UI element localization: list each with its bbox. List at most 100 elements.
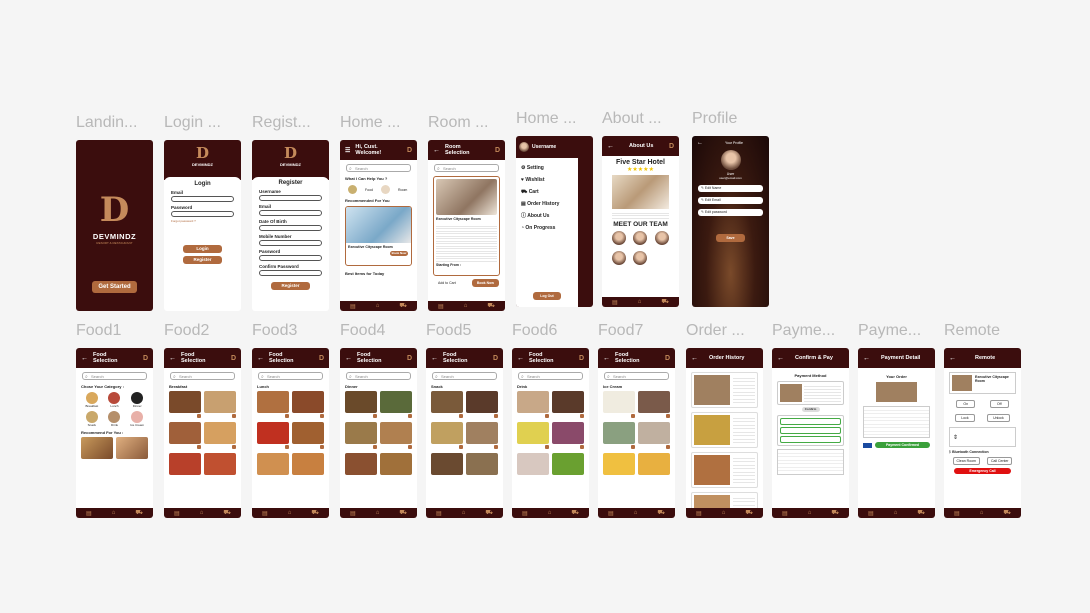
food-item-image[interactable] bbox=[603, 391, 635, 413]
food-item-image[interactable] bbox=[431, 422, 463, 444]
bluetooth-connection[interactable]: ᛒ Bluetooth Connection bbox=[949, 450, 1016, 454]
room-category-icon[interactable] bbox=[380, 185, 390, 194]
light-on-button[interactable]: On bbox=[956, 400, 976, 408]
home-icon[interactable]: ⌂ bbox=[376, 510, 380, 516]
category-drink[interactable]: Drink bbox=[105, 411, 125, 427]
search-input[interactable]: Search bbox=[82, 372, 147, 381]
list-icon[interactable]: ▤ bbox=[696, 510, 702, 517]
cart-icon[interactable]: ⛟ bbox=[485, 509, 493, 517]
search-input[interactable]: Search bbox=[604, 372, 669, 381]
cart-icon[interactable]: ⛟ bbox=[661, 298, 669, 306]
home-icon[interactable]: ⌂ bbox=[462, 510, 466, 516]
food-item-image[interactable] bbox=[638, 391, 670, 413]
edit-email-field[interactable]: ✎ Edit Email bbox=[698, 197, 763, 204]
add-to-cart-icon[interactable] bbox=[197, 445, 201, 449]
food-item-image[interactable] bbox=[552, 422, 584, 444]
search-input[interactable]: Search bbox=[346, 164, 411, 173]
confirm-button[interactable]: Confirm bbox=[801, 407, 820, 412]
payment-option[interactable] bbox=[780, 427, 841, 434]
food-item-image[interactable] bbox=[169, 422, 201, 444]
list-icon[interactable]: ▤ bbox=[436, 510, 442, 517]
lock-button[interactable]: Lock bbox=[955, 414, 975, 422]
menu-item-setting[interactable]: ⚙ Setting bbox=[521, 162, 573, 174]
menu-item-on-progress[interactable]: ◔ On Progress bbox=[521, 222, 573, 234]
list-icon[interactable]: ▤ bbox=[174, 510, 180, 517]
add-to-cart-icon[interactable] bbox=[408, 445, 412, 449]
back-arrow-icon[interactable]: ← bbox=[697, 140, 703, 146]
back-arrow-icon[interactable]: ← bbox=[949, 355, 956, 362]
room-card[interactable]: Executive Cityscape Room Starting From : bbox=[433, 176, 500, 276]
cart-icon[interactable]: ⛟ bbox=[399, 302, 407, 310]
add-to-cart-icon[interactable] bbox=[320, 445, 324, 449]
add-to-cart-icon[interactable] bbox=[631, 445, 635, 449]
food-item-image[interactable] bbox=[204, 391, 236, 413]
unlock-button[interactable]: Unlock bbox=[987, 414, 1010, 422]
home-icon[interactable]: ⌂ bbox=[894, 510, 898, 516]
home-icon[interactable]: ⌂ bbox=[464, 303, 468, 309]
list-icon[interactable]: ▤ bbox=[612, 299, 618, 306]
add-to-cart-icon[interactable] bbox=[373, 445, 377, 449]
cart-icon[interactable]: ⛟ bbox=[1003, 509, 1011, 517]
book-now-button[interactable]: Book Now bbox=[390, 251, 408, 256]
home-icon[interactable]: ⌂ bbox=[722, 510, 726, 516]
cart-icon[interactable]: ⛟ bbox=[135, 509, 143, 517]
register-button[interactable]: Register bbox=[183, 256, 222, 264]
add-to-cart-icon[interactable] bbox=[232, 414, 236, 418]
menu-item-order-history[interactable]: ▤ Order History bbox=[521, 198, 573, 210]
food-item-image[interactable] bbox=[292, 422, 324, 444]
cart-icon[interactable]: ⛟ bbox=[311, 509, 319, 517]
add-to-cart-icon[interactable] bbox=[232, 445, 236, 449]
call-center-button[interactable]: Call Center bbox=[986, 457, 1013, 465]
food-item-image[interactable] bbox=[552, 453, 584, 475]
food-item-image[interactable] bbox=[116, 437, 148, 459]
back-arrow-icon[interactable]: ← bbox=[345, 355, 352, 362]
dob-field[interactable] bbox=[259, 225, 322, 231]
email-field[interactable] bbox=[259, 210, 322, 216]
food-category-icon[interactable] bbox=[348, 185, 357, 194]
food-item-image[interactable] bbox=[431, 391, 463, 413]
add-to-cart-icon[interactable] bbox=[545, 445, 549, 449]
add-to-cart-icon[interactable] bbox=[459, 445, 463, 449]
food-item-image[interactable] bbox=[466, 453, 498, 475]
password-field[interactable] bbox=[171, 211, 234, 217]
back-arrow-icon[interactable]: ← bbox=[691, 355, 698, 362]
order-card[interactable] bbox=[691, 452, 758, 488]
cart-icon[interactable]: ⛟ bbox=[831, 509, 839, 517]
save-button[interactable]: Save bbox=[716, 234, 745, 242]
home-icon[interactable]: ⌂ bbox=[638, 299, 642, 305]
book-now-button[interactable]: Book Now bbox=[471, 279, 499, 287]
food-item-image[interactable] bbox=[380, 453, 412, 475]
add-to-cart-icon[interactable] bbox=[320, 414, 324, 418]
payment-option[interactable] bbox=[780, 418, 841, 425]
search-input[interactable]: Search bbox=[258, 372, 323, 381]
home-icon[interactable]: ⌂ bbox=[200, 510, 204, 516]
add-to-cart-icon[interactable] bbox=[197, 414, 201, 418]
ac-control[interactable]: ⇕ bbox=[949, 427, 1016, 447]
light-off-button[interactable]: Off bbox=[989, 400, 1009, 408]
list-icon[interactable]: ▤ bbox=[350, 510, 356, 517]
menu-item-wishlist[interactable]: ♥ Wishlist bbox=[521, 174, 573, 186]
cart-icon[interactable]: ⛟ bbox=[571, 509, 579, 517]
cart-icon[interactable]: ⛟ bbox=[399, 509, 407, 517]
home-icon[interactable]: ⌂ bbox=[634, 510, 638, 516]
payment-confirmed-button[interactable]: Payment Confirmed bbox=[875, 442, 930, 448]
add-to-cart-icon[interactable] bbox=[285, 445, 289, 449]
add-to-cart-icon[interactable] bbox=[580, 414, 584, 418]
food-item-image[interactable] bbox=[638, 453, 670, 475]
home-icon[interactable]: ⌂ bbox=[376, 303, 380, 309]
category-snack[interactable]: Snack bbox=[82, 411, 102, 427]
order-card[interactable] bbox=[691, 412, 758, 448]
search-input[interactable]: Search bbox=[170, 372, 235, 381]
category-ice-cream[interactable]: Ice Cream bbox=[127, 411, 147, 427]
list-icon[interactable]: ▤ bbox=[350, 303, 356, 310]
food-item-image[interactable] bbox=[257, 422, 289, 444]
cart-icon[interactable]: ⛟ bbox=[657, 509, 665, 517]
list-icon[interactable]: ▤ bbox=[954, 510, 960, 517]
add-to-cart-button[interactable]: Add to Cart bbox=[434, 279, 460, 287]
back-arrow-icon[interactable]: ← bbox=[607, 143, 614, 150]
clean-room-button[interactable]: Clean Room bbox=[952, 457, 980, 465]
food-item-image[interactable] bbox=[257, 453, 289, 475]
food-item-image[interactable] bbox=[466, 422, 498, 444]
food-item-image[interactable] bbox=[345, 422, 377, 444]
category-breakfast[interactable]: Breakfast bbox=[82, 392, 102, 408]
